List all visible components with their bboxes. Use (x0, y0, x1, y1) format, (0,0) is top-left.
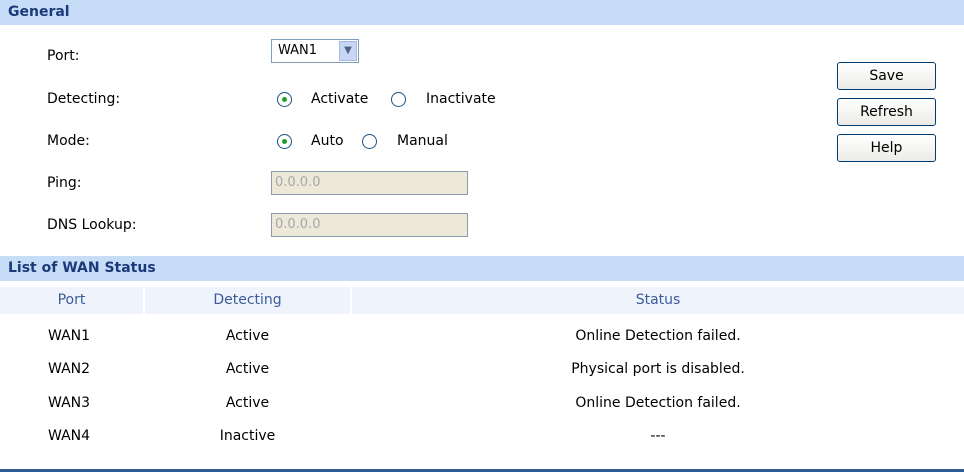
refresh-button[interactable]: Refresh (837, 98, 936, 126)
row-status: Online Detection failed. (575, 328, 741, 344)
wan-list-section-header: List of WAN Status (0, 256, 964, 281)
mode-auto-radio[interactable] (277, 134, 292, 149)
mode-label: Mode: (47, 133, 90, 149)
detecting-activate-label: Activate (311, 91, 369, 107)
row-port: WAN3 (48, 395, 91, 411)
help-button[interactable]: Help (837, 134, 936, 162)
row-detecting: Active (225, 361, 270, 377)
row-detecting: Active (225, 395, 270, 411)
ping-label: Ping: (47, 175, 82, 191)
mode-auto-label: Auto (311, 133, 344, 149)
dns-lookup-input: 0.0.0.0 (271, 213, 468, 237)
row-status: Online Detection failed. (575, 395, 741, 411)
detecting-activate-radio[interactable] (277, 92, 292, 107)
mode-manual-label: Manual (397, 133, 448, 149)
row-port: WAN4 (48, 428, 91, 444)
port-label: Port: (47, 48, 80, 64)
mode-manual-radio[interactable] (362, 134, 377, 149)
detecting-label: Detecting: (47, 91, 121, 107)
bottom-divider (0, 469, 964, 472)
save-button[interactable]: Save (837, 62, 936, 90)
table-header-status: Status (352, 287, 964, 314)
port-select-value: WAN1 (278, 43, 318, 58)
row-port: WAN1 (48, 328, 91, 344)
table-header-port: Port (0, 287, 143, 314)
chevron-down-icon[interactable]: ▼ (339, 41, 357, 61)
dns-lookup-label: DNS Lookup: (47, 217, 137, 233)
row-port: WAN2 (48, 361, 91, 377)
port-select[interactable]: WAN1 ▼ (271, 39, 359, 63)
detecting-inactivate-label: Inactivate (426, 91, 496, 107)
general-section-header: General (0, 0, 964, 25)
detecting-inactivate-radio[interactable] (391, 92, 406, 107)
row-detecting: Inactive (219, 428, 276, 444)
row-detecting: Active (225, 328, 270, 344)
table-header-detecting: Detecting (145, 287, 350, 314)
row-status: --- (650, 428, 666, 444)
row-status: Physical port is disabled. (571, 361, 745, 377)
ping-input: 0.0.0.0 (271, 171, 468, 195)
